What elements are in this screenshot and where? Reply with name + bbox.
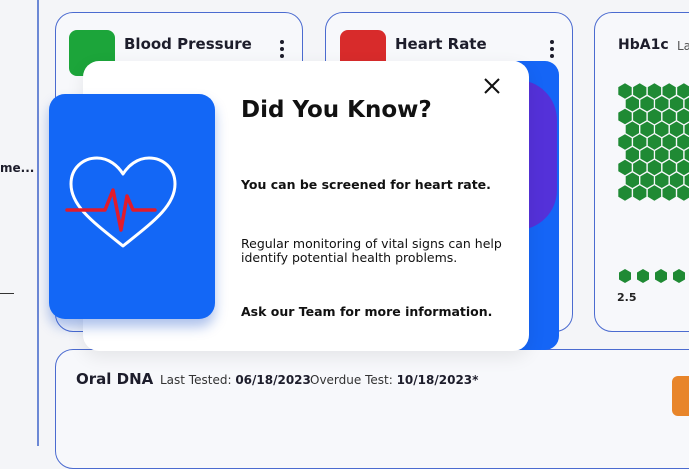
hex-cell [662, 159, 676, 176]
heart-illustration-card [49, 94, 215, 319]
heartbeat-heart-icon [65, 156, 177, 248]
overdue-test-label: Overdue Test: 10/18/2023* [310, 373, 479, 387]
hex-cell [655, 172, 669, 188]
hex-cell [647, 108, 662, 125]
hex-cell [640, 147, 654, 163]
hex-cell [633, 134, 647, 150]
hex-cell [662, 83, 676, 99]
hba1c-title: HbA1c [618, 37, 669, 53]
hex-cell [647, 159, 662, 176]
hex-cell [684, 97, 689, 111]
hex-cell [625, 96, 639, 112]
hex-cell [633, 83, 647, 99]
more-options-icon[interactable] [550, 40, 554, 61]
modal-screening-text: You can be screened for heart rate. [241, 177, 491, 192]
hex-cell [669, 172, 684, 188]
hex-cell [633, 108, 647, 125]
hex-cell [684, 122, 689, 136]
last-tested-label: Last Tested: 06/18/2023 [160, 373, 311, 387]
hex-cell [633, 185, 647, 201]
modal-info-paragraph: Regular monitoring of vital signs can he… [241, 236, 502, 265]
hex-cell [677, 83, 689, 99]
oral-dna-title: Oral DNA [76, 370, 154, 388]
sidebar-item-label[interactable]: me... [0, 161, 34, 175]
heart-rate-title: Heart Rate [395, 35, 487, 53]
overdue-test-value: 10/18/2023* [396, 373, 479, 387]
hex-cell [655, 147, 669, 163]
hba1c-hex-grid [618, 83, 689, 201]
hex-cell [677, 134, 689, 150]
hex-cell [684, 173, 689, 187]
modal-title: Did You Know? [241, 97, 432, 123]
hex-cell [618, 159, 632, 176]
hba1c-subtitle: La [677, 39, 689, 53]
dna-icon [672, 376, 689, 416]
hex-cell [618, 83, 632, 99]
hex-cell [640, 121, 654, 137]
hex-cell [625, 147, 639, 163]
hex-cell [640, 96, 654, 112]
hex-cell [677, 108, 689, 125]
hex-cell [684, 148, 689, 162]
blood-pressure-title: Blood Pressure [124, 35, 252, 53]
hex-cell [677, 159, 689, 176]
last-tested-value: 06/18/2023 [235, 373, 311, 387]
more-options-icon[interactable] [280, 40, 284, 61]
hex-cell [633, 159, 647, 176]
sidebar-border [37, 0, 39, 446]
hex-cell [662, 134, 676, 150]
hex-cell [669, 147, 684, 163]
hex-cell [647, 134, 662, 150]
hex-cell [618, 134, 632, 150]
hba1c-scale-label: 2.5 [617, 291, 637, 304]
hex-cell [662, 108, 676, 125]
hex-cell [677, 185, 689, 201]
modal-cta-text: Ask our Team for more information. [241, 304, 493, 319]
hex-cell [669, 121, 684, 137]
hex-cell [618, 108, 632, 125]
hex-cell [662, 185, 676, 201]
hex-cell [647, 185, 662, 201]
hex-cell [669, 96, 684, 112]
hba1c-card[interactable]: HbA1c La 2.5 [594, 12, 689, 332]
hex-cell [655, 96, 669, 112]
hex-cell [625, 172, 639, 188]
hex-cell [655, 121, 669, 137]
hex-cell [640, 172, 654, 188]
close-icon[interactable] [480, 74, 506, 100]
hex-cell [618, 185, 632, 201]
hex-cell [625, 121, 639, 137]
hex-cell [647, 83, 662, 99]
oral-dna-card[interactable]: Oral DNA Last Tested: 06/18/2023 Overdue… [55, 349, 689, 469]
hba1c-level-dots [619, 269, 685, 283]
sidebar-divider [0, 293, 14, 294]
